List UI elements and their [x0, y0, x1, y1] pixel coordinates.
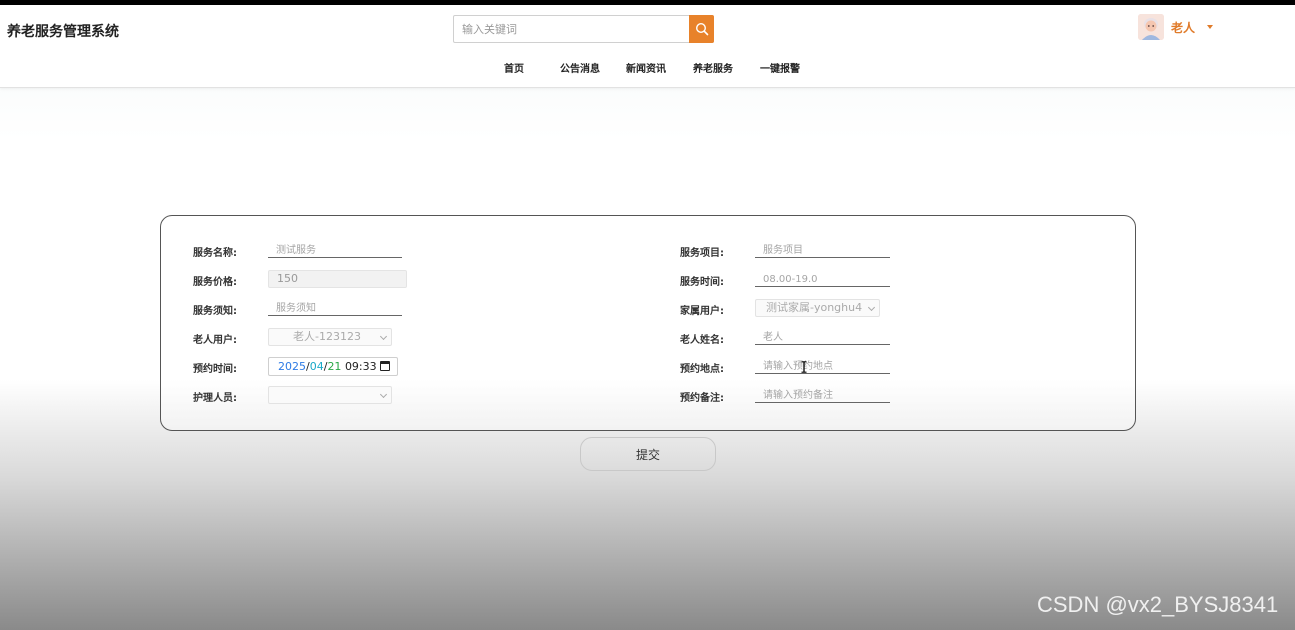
- submit-button[interactable]: 提交: [580, 437, 716, 471]
- booking-time-input[interactable]: 2025/04/21 09:33: [268, 357, 398, 376]
- user-name[interactable]: 老人: [1171, 19, 1195, 36]
- nav-home[interactable]: 首页: [504, 60, 524, 75]
- nav-elderly-service[interactable]: 养老服务: [693, 60, 733, 75]
- search-bar: [453, 15, 714, 43]
- label-caregiver: 护理人员:: [193, 393, 237, 404]
- label-booking-location: 预约地点:: [680, 364, 724, 375]
- text-cursor-icon: [801, 361, 807, 373]
- label-service-time: 服务时间:: [680, 277, 724, 288]
- avatar-icon: [1138, 14, 1164, 40]
- user-menu[interactable]: 老人: [1138, 13, 1214, 41]
- family-user-select-value: 测试家属-yonghu4: [766, 301, 863, 314]
- booking-remarks-field[interactable]: [755, 388, 890, 403]
- brand-title: 养老服务管理系统: [7, 24, 119, 40]
- label-service-notice: 服务须知:: [193, 306, 237, 317]
- booking-year: 2025: [278, 360, 306, 373]
- family-user-select[interactable]: 测试家属-yonghu4: [755, 299, 880, 317]
- service-item-field[interactable]: [755, 243, 890, 258]
- nav-announcements[interactable]: 公告消息: [560, 60, 600, 75]
- search-input[interactable]: [454, 16, 690, 42]
- watermark: CSDN @vx2_BYSJ8341: [1037, 592, 1279, 617]
- chevron-down-icon: [867, 303, 876, 312]
- user-caret-icon[interactable]: [1207, 25, 1214, 29]
- label-booking-time: 预约时间:: [193, 364, 237, 375]
- elderly-name-field[interactable]: [755, 330, 890, 345]
- label-elderly-user: 老人用户:: [193, 335, 237, 346]
- label-booking-remarks: 预约备注:: [680, 393, 724, 404]
- site-header: 养老服务管理系统 老人 首页 公告消息 新闻资讯 养老服务: [0, 5, 1295, 88]
- elderly-user-select[interactable]: 老人-123123: [268, 328, 392, 346]
- service-time-field[interactable]: [755, 272, 890, 287]
- booking-clock: 09:33: [344, 360, 377, 373]
- avatar: [1138, 14, 1164, 40]
- chevron-down-icon: [379, 390, 388, 399]
- caregiver-select[interactable]: [268, 386, 392, 404]
- calendar-icon[interactable]: [380, 361, 390, 371]
- nav-news[interactable]: 新闻资讯: [626, 60, 666, 75]
- booking-month: 04: [309, 360, 324, 373]
- search-button[interactable]: [689, 15, 714, 43]
- service-name-field[interactable]: [268, 243, 402, 258]
- service-price-field: 150: [268, 270, 407, 288]
- nav-emergency-alarm[interactable]: 一键报警: [760, 60, 800, 75]
- label-service-price: 服务价格:: [193, 277, 237, 288]
- booking-day: 21: [327, 360, 342, 373]
- chevron-down-icon: [379, 332, 388, 341]
- label-elderly-name: 老人姓名:: [680, 335, 724, 346]
- label-service-name: 服务名称:: [193, 248, 237, 259]
- label-family-user: 家属用户:: [680, 306, 724, 317]
- booking-location-field[interactable]: [755, 359, 890, 374]
- service-notice-field[interactable]: [268, 301, 402, 316]
- elderly-user-select-value: 老人-123123: [293, 330, 361, 343]
- search-icon: [695, 22, 708, 36]
- label-service-item: 服务项目:: [680, 248, 724, 259]
